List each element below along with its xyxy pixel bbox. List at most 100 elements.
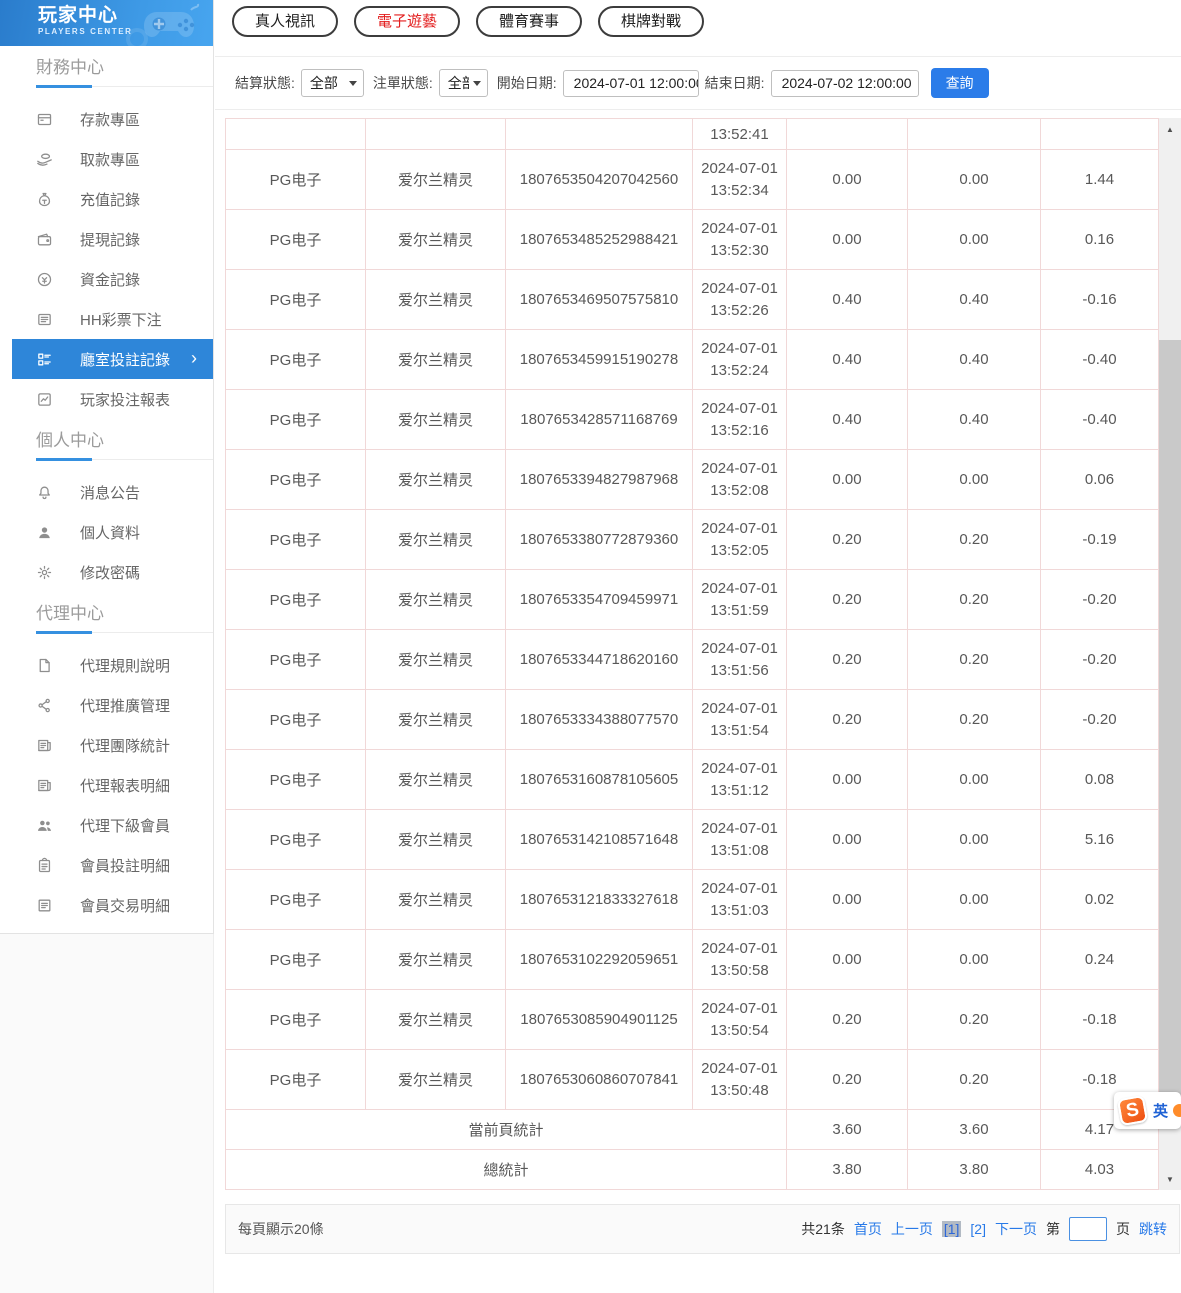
sidebar-item-announcements[interactable]: 消息公告 › <box>0 472 213 512</box>
scroll-down-icon[interactable]: ▼ <box>1159 1171 1181 1187</box>
cell-game: 爱尔兰精灵 <box>366 330 506 390</box>
filter-bar: 結算狀態: 全部 注單狀態: 全部 開始日期: 結束日期: 查詢 <box>215 57 1181 110</box>
cell-valid-bet: 0.00 <box>908 450 1041 510</box>
cell-profit: -0.40 <box>1041 390 1159 450</box>
tab-sports-events[interactable]: 體育賽事 <box>476 6 582 37</box>
cell-bet: 0.00 <box>787 810 908 870</box>
pagination-bar: 每頁顯示20條 共21条 首页 上一页 [1] [2] 下一页 第 页 跳转 <box>225 1204 1180 1254</box>
sidebar-item-profile[interactable]: 個人資料 › <box>0 512 213 552</box>
order-status-select-wrap: 全部 <box>439 69 488 97</box>
cell-order-no <box>506 119 693 150</box>
table-row: PG电子 爱尔兰精灵 1807653504207042560 2024-07-0… <box>226 150 1159 210</box>
ime-language-indicator[interactable]: 英 <box>1153 1100 1168 1121</box>
cell-time-line: 13:51:12 <box>693 780 786 802</box>
atm-icon <box>36 111 53 128</box>
sidebar-item-change-password[interactable]: 修改密碼 › <box>0 552 213 592</box>
sidebar-item-member-transaction-detail[interactable]: 會員交易明細 › <box>0 885 213 925</box>
goto-jump-link[interactable]: 跳转 <box>1139 1219 1167 1239</box>
cell-order-no: 1807653485252988421 <box>506 210 693 270</box>
sidebar-item-label: 取款專區 <box>80 149 140 170</box>
cell-provider: PG电子 <box>226 1050 366 1110</box>
sidebar-item-room-bet-records[interactable]: 廳室投註記錄 › <box>12 339 213 379</box>
sidebar-item-recharge-records[interactable]: 充值記錄 › <box>0 179 213 219</box>
settle-status-select[interactable]: 全部 <box>301 69 364 97</box>
cell-time: 2024-07-01 13:52:30 <box>693 210 787 270</box>
sidebar-nav: 財務中心 存款專區 › 取款專區 › <box>0 56 213 925</box>
next-page-link[interactable]: 下一页 <box>995 1219 1037 1239</box>
cell-game: 爱尔兰精灵 <box>366 390 506 450</box>
cell-order-no: 1807653459915190278 <box>506 330 693 390</box>
cell-time-line: 13:51:08 <box>693 840 786 862</box>
order-status-label: 注單狀態: <box>373 73 433 93</box>
totals-row: 當前頁統計 3.60 3.60 4.17 <box>226 1110 1159 1150</box>
start-date-input[interactable] <box>563 70 699 97</box>
sidebar-item-withdraw-records[interactable]: 提現記錄 › <box>0 219 213 259</box>
cell-valid-bet: 0.20 <box>908 690 1041 750</box>
sidebar-item-member-bet-detail[interactable]: 會員投註明細 › <box>0 845 213 885</box>
cell-date-line: 2024-07-01 <box>693 458 786 480</box>
ime-toolbar[interactable]: S 英 <box>1114 1092 1181 1129</box>
goto-prefix-label: 第 <box>1046 1219 1060 1239</box>
cell-valid-bet: 0.00 <box>908 930 1041 990</box>
cell-time-line: 13:52:30 <box>693 240 786 262</box>
cell-valid-bet: 0.20 <box>908 630 1041 690</box>
hand-money-icon <box>36 151 53 168</box>
cell-bet: 0.20 <box>787 690 908 750</box>
cell-profit: -0.18 <box>1041 990 1159 1050</box>
sidebar-item-label: 代理團隊統計 <box>80 735 170 756</box>
table-row: PG电子 爱尔兰精灵 1807653344718620160 2024-07-0… <box>226 630 1159 690</box>
cell-date-line: 2024-07-01 <box>693 578 786 600</box>
sidebar-item-deposit-zone[interactable]: 存款專區 › <box>0 99 213 139</box>
goto-page-input[interactable] <box>1069 1217 1107 1241</box>
cell-date-line: 2024-07-01 <box>693 398 786 420</box>
sidebar-item-player-bet-report[interactable]: 玩家投注報表 › <box>0 379 213 419</box>
sidebar-item-agent-rules[interactable]: 代理規則說明 › <box>0 645 213 685</box>
sidebar-item-agent-report-detail[interactable]: 代理報表明細 › <box>0 765 213 805</box>
cell-time: 2024-07-01 13:51:59 <box>693 570 787 630</box>
totals-valid-bet: 3.60 <box>908 1110 1041 1150</box>
cell-profit: -0.20 <box>1041 630 1159 690</box>
sidebar-item-funds-records[interactable]: 資金記錄 › <box>0 259 213 299</box>
pagination-page-2[interactable]: [2] <box>970 1221 986 1237</box>
cell-bet: 0.20 <box>787 990 908 1050</box>
cell-game: 爱尔兰精灵 <box>366 930 506 990</box>
cell-valid-bet: 0.40 <box>908 390 1041 450</box>
table-row: PG电子 爱尔兰精灵 1807653485252988421 2024-07-0… <box>226 210 1159 270</box>
cell-game: 爱尔兰精灵 <box>366 210 506 270</box>
settle-status-label: 結算狀態: <box>235 73 295 93</box>
table-scrollbar[interactable]: ▲ ▼ <box>1159 118 1181 1190</box>
sidebar-lower-area <box>0 934 214 1293</box>
order-status-select[interactable]: 全部 <box>439 69 488 97</box>
sidebar-item-withdraw-zone[interactable]: 取款專區 › <box>0 139 213 179</box>
end-date-label: 結束日期: <box>705 73 765 93</box>
cell-date-line: 2024-07-01 <box>693 518 786 540</box>
cell-time: 2024-07-01 13:51:03 <box>693 870 787 930</box>
prev-page-link[interactable]: 上一页 <box>891 1219 933 1239</box>
scroll-up-icon[interactable]: ▲ <box>1159 121 1181 137</box>
cell-order-no: 1807653160878105605 <box>506 750 693 810</box>
cell-order-no: 1807653102292059651 <box>506 930 693 990</box>
first-page-link[interactable]: 首页 <box>854 1219 882 1239</box>
bet-records-table: 13:52:41 PG电子 爱尔兰精灵 1807653504207042560 … <box>225 118 1159 1190</box>
cell-order-no: 1807653428571168769 <box>506 390 693 450</box>
cell-game: 爱尔兰精灵 <box>366 570 506 630</box>
cell-date-line: 2024-07-01 <box>693 698 786 720</box>
tab-live-casino[interactable]: 真人視訊 <box>232 6 338 37</box>
receipt-icon <box>36 897 53 914</box>
cell-profit: -0.20 <box>1041 690 1159 750</box>
cell-provider: PG电子 <box>226 630 366 690</box>
tab-electronic-games[interactable]: 電子遊藝 <box>354 6 460 37</box>
end-date-input[interactable] <box>771 70 919 97</box>
tab-board-card-games[interactable]: 棋牌對戰 <box>598 6 704 37</box>
sidebar-item-agent-sub-members[interactable]: 代理下級會員 › <box>0 805 213 845</box>
chevron-right-icon: › <box>191 348 197 368</box>
cell-valid-bet: 0.00 <box>908 750 1041 810</box>
cell-date-line: 2024-07-01 <box>693 818 786 840</box>
cell-game <box>366 119 506 150</box>
scrollbar-thumb[interactable] <box>1159 340 1181 1100</box>
sidebar-item-hh-lottery-bets[interactable]: HH彩票下注 › <box>0 299 213 339</box>
sidebar-item-agent-promotion[interactable]: 代理推廣管理 › <box>0 685 213 725</box>
search-button[interactable]: 查詢 <box>931 68 989 98</box>
sidebar-item-agent-team-stats[interactable]: 代理團隊統計 › <box>0 725 213 765</box>
pagination-page-1[interactable]: [1] <box>942 1221 962 1237</box>
